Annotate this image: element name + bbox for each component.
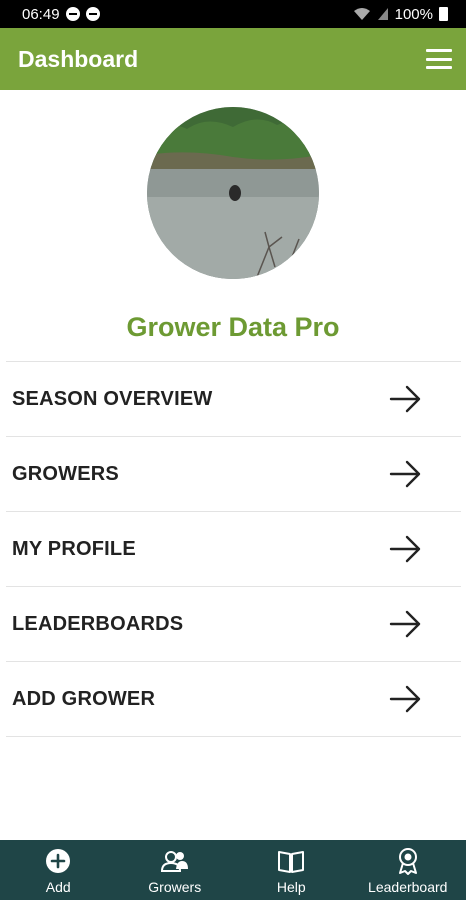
dashboard-menu: SEASON OVERVIEW GROWERS MY PROFILE LEADE… xyxy=(6,361,461,737)
nav-label: Add xyxy=(45,879,71,895)
add-circle-icon xyxy=(46,849,71,873)
menu-item-label: GROWERS xyxy=(12,462,119,485)
menu-item-add-grower[interactable]: ADD GROWER xyxy=(6,662,461,737)
arrow-right-icon xyxy=(389,460,421,488)
menu-item-label: ADD GROWER xyxy=(12,687,156,710)
wifi-icon xyxy=(353,8,370,20)
status-right: 100% xyxy=(353,6,448,23)
app-bar: Dashboard xyxy=(0,28,466,90)
arrow-right-icon xyxy=(389,685,421,713)
nav-help[interactable]: Help xyxy=(233,845,349,895)
menu-item-label: SEASON OVERVIEW xyxy=(12,387,213,410)
battery-icon xyxy=(439,7,448,21)
avatar xyxy=(147,107,319,279)
menu-item-season-overview[interactable]: SEASON OVERVIEW xyxy=(6,362,461,437)
nav-label: Growers xyxy=(148,879,202,895)
award-icon xyxy=(398,848,417,875)
battery-percent: 100% xyxy=(394,5,433,23)
hamburger-menu-icon[interactable] xyxy=(426,49,452,69)
bottom-nav: Add Growers Help Leaderboard xyxy=(0,840,466,900)
book-icon xyxy=(278,851,305,873)
menu-item-label: MY PROFILE xyxy=(12,537,136,560)
menu-item-my-profile[interactable]: MY PROFILE xyxy=(6,512,461,587)
lake-photo xyxy=(147,107,319,279)
status-bar: 06:49 100% xyxy=(0,0,466,28)
menu-item-leaderboards[interactable]: LEADERBOARDS xyxy=(6,587,461,662)
arrow-right-icon xyxy=(389,385,421,413)
menu-item-growers[interactable]: GROWERS xyxy=(6,437,461,512)
nav-label: Help xyxy=(276,879,306,895)
signal-icon xyxy=(377,8,388,20)
notification-icon xyxy=(85,7,100,21)
arrow-right-icon xyxy=(389,535,421,563)
arrow-right-icon xyxy=(389,610,421,638)
people-icon xyxy=(160,851,188,872)
status-left: 06:49 xyxy=(22,6,100,23)
app-name: Grower Data Pro xyxy=(126,312,340,342)
menu-item-label: LEADERBOARDS xyxy=(12,612,184,635)
nav-growers[interactable]: Growers xyxy=(117,845,233,895)
nav-label: Leaderboard xyxy=(368,879,448,895)
nav-leaderboard[interactable]: Leaderboard xyxy=(350,845,466,895)
status-time: 06:49 xyxy=(22,5,60,23)
do-not-disturb-icon xyxy=(65,7,80,21)
nav-add[interactable]: Add xyxy=(0,845,116,895)
page-title: Dashboard xyxy=(18,45,139,72)
